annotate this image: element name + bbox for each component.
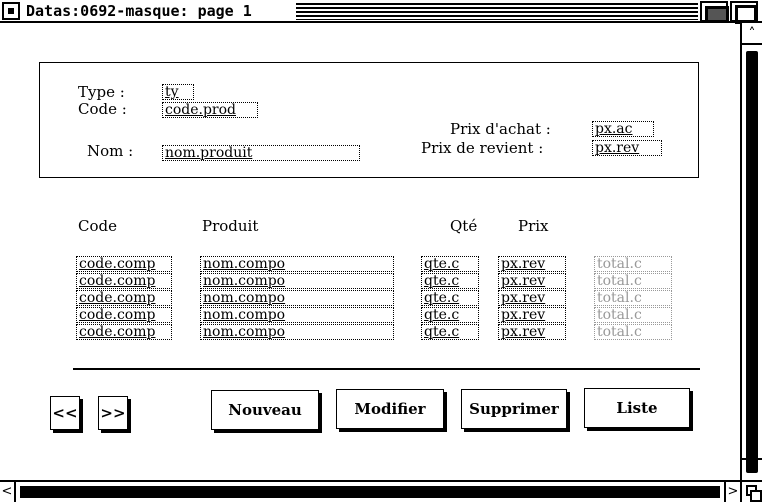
row-total-field: total.c [594,290,672,306]
row-qte-field[interactable]: qte.c [421,273,479,289]
row-code-field[interactable]: code.comp [76,256,172,272]
liste-button-label: Liste [616,399,658,417]
nom-label: Nom : [87,142,134,160]
nouveau-button-label: Nouveau [228,401,302,419]
vertical-scroll-thumb[interactable] [746,51,758,473]
row-prix-field[interactable]: px.rev [498,273,566,289]
row-total-field: total.c [594,256,672,272]
row-produit-field[interactable]: nom.compo [200,324,394,340]
prix-revient-field[interactable]: px.rev [592,140,662,156]
code-label: Code : [78,100,127,118]
window-title: Datas:0692-masque: page 1 [26,2,258,21]
column-header-qte: Qté [450,217,478,235]
row-qte-field[interactable]: qte.c [421,324,479,340]
divider [73,368,700,370]
arrow-left-icon[interactable]: < [0,482,16,502]
liste-button[interactable]: Liste [584,388,690,428]
vertical-scrollbar[interactable]: ˄ ˅ [740,23,762,480]
row-prix-field[interactable]: px.rev [498,324,566,340]
row-total-field: total.c [594,307,672,323]
row-code-field[interactable]: code.comp [76,307,172,323]
row-code-field[interactable]: code.comp [76,324,172,340]
row-produit-field[interactable]: nom.compo [200,273,394,289]
column-header-produit: Produit [202,217,259,235]
modifier-button-label: Modifier [354,400,426,418]
arrow-right-icon[interactable]: > [724,482,740,502]
row-prix-field[interactable]: px.rev [498,307,566,323]
row-code-field[interactable]: code.comp [76,290,172,306]
column-header-prix: Prix [518,217,549,235]
supprimer-button[interactable]: Supprimer [461,389,567,429]
nouveau-button[interactable]: Nouveau [211,390,319,430]
prix-achat-field[interactable]: px.ac [592,121,654,137]
row-produit-field[interactable]: nom.compo [200,307,394,323]
fullscreen-icon[interactable] [730,1,758,24]
next-button[interactable]: >> [98,396,128,430]
iconify-icon[interactable] [700,1,729,23]
row-code-field[interactable]: code.comp [76,273,172,289]
code-field[interactable]: code.prod [162,102,258,118]
row-produit-field[interactable]: nom.compo [200,290,394,306]
next-button-label: >> [100,404,126,422]
title-bar[interactable]: Datas:0692-masque: page 1 [0,0,762,24]
close-box-icon[interactable] [2,2,20,20]
previous-button-label: << [52,404,78,422]
prix-achat-label: Prix d'achat : [450,120,551,138]
type-label: Type : [78,83,125,101]
modifier-button[interactable]: Modifier [336,389,444,429]
product-header-box [39,62,699,178]
row-prix-field[interactable]: px.rev [498,256,566,272]
row-total-field: total.c [594,273,672,289]
nom-field[interactable]: nom.produit [162,145,360,161]
row-qte-field[interactable]: qte.c [421,256,479,272]
horizontal-scroll-thumb[interactable] [20,486,720,498]
supprimer-button-label: Supprimer [469,400,559,418]
horizontal-scrollbar[interactable]: < > [0,480,762,502]
row-prix-field[interactable]: px.rev [498,290,566,306]
row-qte-field[interactable]: qte.c [421,307,479,323]
arrow-up-icon[interactable]: ˄ [742,23,762,45]
resize-icon[interactable] [740,482,762,502]
row-produit-field[interactable]: nom.compo [200,256,394,272]
arrow-down-icon[interactable]: ˅ [742,458,762,480]
prix-revient-label: Prix de revient : [421,139,544,157]
column-header-code: Code [78,217,117,235]
title-bar-stripes [296,3,698,20]
row-total-field: total.c [594,324,672,340]
row-qte-field[interactable]: qte.c [421,290,479,306]
type-field[interactable]: ty [162,84,194,100]
previous-button[interactable]: << [50,396,80,430]
